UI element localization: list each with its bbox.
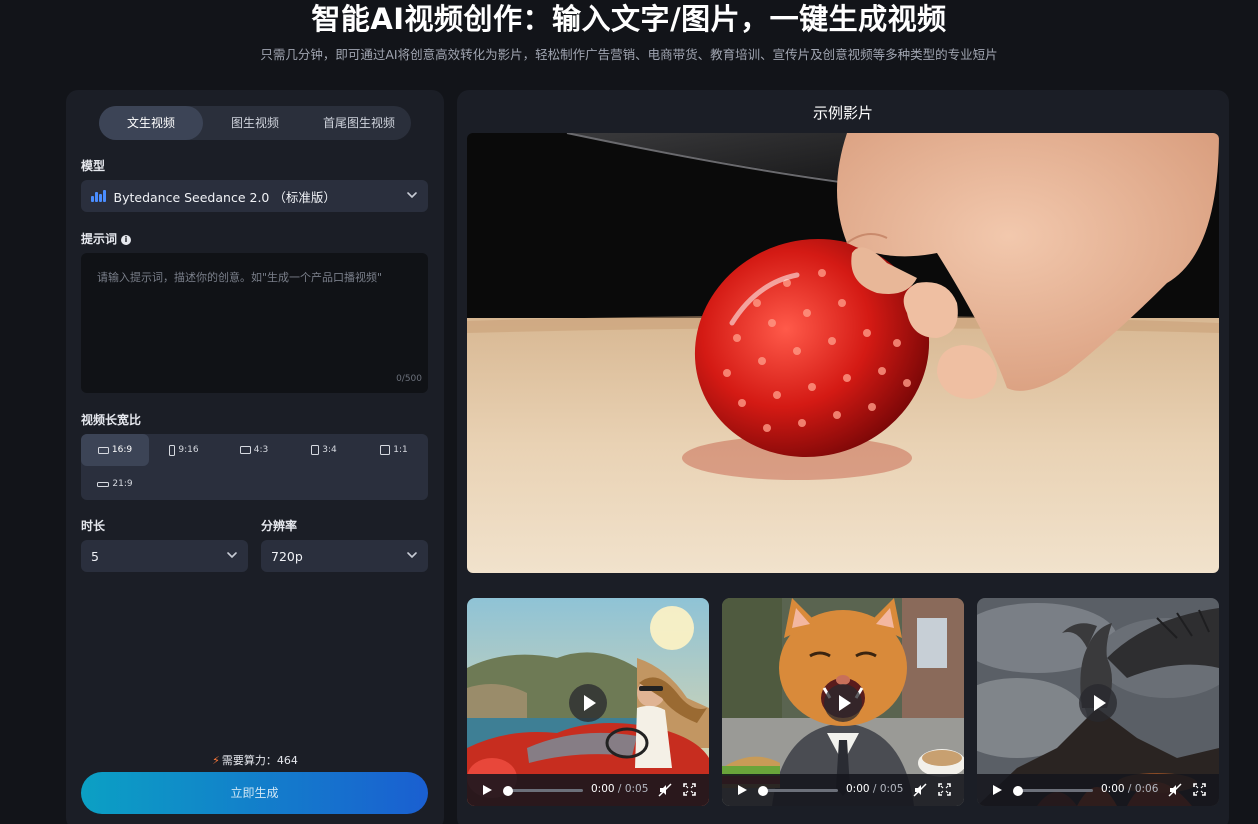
progress-knob[interactable] [1013, 786, 1023, 796]
compute-cost: ⚡ 需要算力：464 [212, 754, 298, 767]
tab-first-last-frame-video[interactable]: 首尾图生视频 [307, 106, 411, 140]
compute-cost-value: 464 [276, 754, 298, 767]
duration-label: 时长 [81, 519, 106, 533]
play-overlay-button[interactable] [824, 684, 862, 722]
chevron-down-icon [407, 552, 417, 559]
lightning-icon: ⚡ [212, 754, 220, 767]
chevron-down-icon [407, 192, 417, 199]
ratio-option-9-16[interactable]: 9:16 [150, 434, 218, 466]
page-title: 智能AI视频创作：输入文字/图片，一键生成视频 [311, 2, 947, 36]
resolution-label: 分辨率 [261, 519, 298, 533]
page-subtitle: 只需几分钟，即可通过AI将创意高效转化为影片，轻松制作广告营销、电商带货、教育培… [260, 47, 998, 62]
progress-slider[interactable] [1013, 786, 1093, 796]
ratio-landscape-icon [239, 446, 251, 454]
time-display: 0:00 / 0:05 [846, 783, 904, 795]
showcase-panel: 示例影片 0:00 / 0:05 0:00 / 0:05 0:00 / 0:06 [457, 90, 1229, 824]
resolution-selected-value: 720p [271, 548, 303, 564]
ratio-landscape-icon [97, 446, 109, 454]
ratio-option-16-9[interactable]: 16:9 [81, 434, 149, 466]
time-display: 0:00 / 0:05 [591, 783, 649, 795]
sample-video-cat[interactable]: 0:00 / 0:05 [722, 598, 964, 806]
mute-icon[interactable] [913, 783, 927, 797]
video-controls: 0:00 / 0:06 [977, 774, 1219, 806]
ratio-wide-icon [97, 481, 110, 487]
mute-icon[interactable] [658, 783, 672, 797]
video-controls: 0:00 / 0:05 [467, 774, 709, 806]
fullscreen-icon[interactable] [938, 783, 951, 796]
mode-tabs: 文生视频 图生视频 首尾图生视频 [99, 106, 411, 140]
bar-chart-icon [91, 190, 106, 202]
progress-slider[interactable] [758, 786, 838, 796]
tab-image-to-video[interactable]: 图生视频 [203, 106, 307, 140]
aspect-ratio-options: 16:9 9:16 4:3 3:4 1:1 21:9 [81, 434, 428, 500]
fullscreen-icon[interactable] [683, 783, 696, 796]
play-overlay-button[interactable] [1079, 684, 1117, 722]
showcase-title: 示例影片 [812, 104, 873, 122]
prompt-char-count: 0/500 [396, 374, 422, 384]
progress-slider[interactable] [503, 786, 583, 796]
generation-form-panel: 文生视频 图生视频 首尾图生视频 模型 Bytedance Seedance 2… [66, 90, 444, 824]
play-icon[interactable] [736, 784, 748, 796]
play-overlay-button[interactable] [569, 684, 607, 722]
generate-button[interactable]: 立即生成 [81, 772, 428, 814]
video-controls: 0:00 / 0:05 [722, 774, 964, 806]
info-icon[interactable]: i [121, 235, 132, 245]
chevron-down-icon [227, 552, 237, 559]
model-select[interactable]: Bytedance Seedance 2.0 （标准版） [81, 180, 428, 212]
ratio-option-4-3[interactable]: 4:3 [220, 434, 288, 466]
sample-video-convertible[interactable]: 0:00 / 0:05 [467, 598, 709, 806]
prompt-label: 提示词 i [81, 230, 132, 247]
duration-selected-value: 5 [91, 548, 99, 564]
fullscreen-icon[interactable] [1193, 783, 1206, 796]
model-selected-value: Bytedance Seedance 2.0 （标准版） [113, 189, 336, 205]
prompt-input[interactable] [81, 253, 428, 393]
ratio-square-icon [380, 445, 391, 455]
play-icon[interactable] [481, 784, 493, 796]
ratio-option-1-1[interactable]: 1:1 [360, 434, 428, 466]
progress-knob[interactable] [758, 786, 768, 796]
tab-text-to-video[interactable]: 文生视频 [99, 106, 203, 140]
play-icon[interactable] [991, 784, 1003, 796]
strawberry-cutting-scene [467, 133, 1219, 573]
resolution-select[interactable]: 720p [261, 540, 428, 572]
sample-video-dragon[interactable]: 0:00 / 0:06 [977, 598, 1219, 806]
ratio-option-21-9[interactable]: 21:9 [81, 468, 149, 500]
ratio-option-3-4[interactable]: 3:4 [290, 434, 358, 466]
ratio-portrait-icon [311, 445, 320, 455]
progress-knob[interactable] [503, 786, 513, 796]
main-sample-video[interactable] [467, 133, 1219, 573]
duration-select[interactable]: 5 [81, 540, 248, 572]
ratio-portrait-icon [169, 444, 176, 456]
mute-icon[interactable] [1168, 783, 1182, 797]
model-label: 模型 [81, 159, 106, 173]
aspect-ratio-label: 视频长宽比 [81, 413, 142, 427]
time-display: 0:00 / 0:06 [1101, 783, 1159, 795]
